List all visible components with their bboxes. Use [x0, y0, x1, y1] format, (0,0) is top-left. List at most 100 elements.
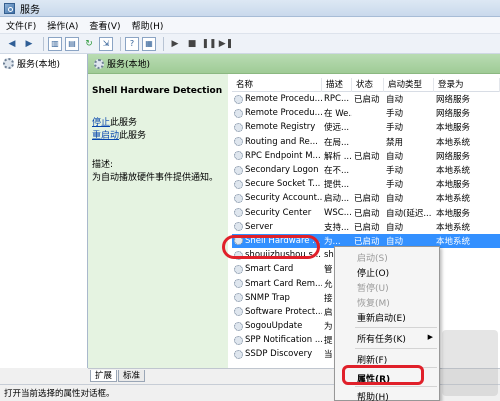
gear-icon [234, 193, 243, 203]
service-description-cell: 在不... [324, 166, 350, 177]
title-bar: 服务 [0, 0, 500, 17]
toolbar-separator [163, 36, 164, 51]
table-row[interactable]: Security Account... 启动... 已启动 自动 本地系统 [232, 191, 500, 205]
stop-icon[interactable]: ■ [185, 37, 199, 51]
context-menu-restart[interactable]: 重新启动(E) [357, 311, 406, 324]
stop-service-link[interactable]: 停止 [92, 118, 110, 128]
table-row[interactable]: Secondary Logon 在不... 手动 本地系统 [232, 163, 500, 177]
menu-view[interactable]: 查看(V) [89, 19, 120, 32]
properties-icon[interactable]: ▦ [142, 36, 156, 51]
forward-icon[interactable]: ▶ [22, 37, 36, 51]
service-log-on-as-cell: 网络服务 [436, 109, 471, 120]
menu-action[interactable]: 操作(A) [47, 19, 78, 32]
tab-extended[interactable]: 扩展 [90, 370, 118, 382]
restart-service-link[interactable]: 重启动 [92, 131, 119, 141]
service-description-cell: 解析 ... [324, 151, 352, 162]
service-name-cell: Secure Socket T... [232, 179, 322, 189]
service-name-cell: RPC Endpoint M... [232, 151, 322, 161]
context-menu-all-tasks[interactable]: 所有任务(K) [357, 332, 406, 345]
back-icon[interactable]: ◀ [5, 37, 19, 51]
table-row[interactable]: Secure Socket T... 提供... 手动 本地服务 [232, 177, 500, 191]
table-row[interactable]: Routing and Re... 在局... 禁用 本地系统 [232, 135, 500, 149]
column-header-name[interactable]: 名称 [232, 77, 322, 92]
column-header-log-on-as[interactable]: 登录为 [434, 77, 500, 92]
restart-service-suffix: 此服务 [119, 131, 147, 141]
tree-node-services-local[interactable]: 服务(本地) [0, 54, 87, 70]
service-log-on-as-cell: 本地系统 [436, 194, 471, 205]
tab-standard[interactable]: 标准 [118, 370, 146, 382]
service-name-cell: Server [232, 222, 322, 232]
service-status-cell: 已启动 [354, 222, 380, 233]
service-log-on-as-cell: 网络服务 [436, 95, 471, 106]
context-menu-separator [355, 348, 437, 349]
show-hide-tree-icon[interactable]: ▥ [48, 36, 62, 51]
refresh-icon[interactable]: ↻ [82, 37, 96, 51]
service-log-on-as-cell: 本地服务 [436, 208, 471, 219]
description-text: 为自动播放硬件事件提供通知。 [92, 173, 219, 183]
service-name-text: RPC Endpoint M... [245, 150, 321, 161]
context-menu-stop[interactable]: 停止(O) [357, 266, 389, 279]
services-app-icon [4, 2, 15, 14]
table-row[interactable]: Remote Procedu... RPC... 已启动 自动 网络服务 [232, 92, 500, 106]
column-header-description[interactable]: 描述 [322, 77, 352, 92]
gear-icon [94, 58, 104, 69]
service-startup-type-cell: 手动 [386, 123, 404, 134]
service-description-cell: RPC... [324, 94, 350, 105]
start-icon[interactable]: ▶ [168, 37, 182, 51]
service-startup-type-cell: 禁用 [386, 137, 404, 148]
service-name-cell: SSDP Discovery [232, 349, 322, 359]
service-startup-type-cell: 自动(延迟... [386, 208, 432, 219]
service-status-cell: 已启动 [354, 95, 380, 106]
window-title: 服务 [20, 4, 40, 16]
service-name-cell: Remote Procedu... [232, 94, 322, 104]
menu-file[interactable]: 文件(F) [6, 19, 36, 32]
service-name-cell: SPP Notification ... [232, 335, 322, 345]
toolbar-separator [120, 36, 121, 51]
pause-icon[interactable]: ❚❚ [201, 37, 216, 51]
context-menu-help[interactable]: 帮助(H) [357, 390, 389, 401]
export-icon[interactable]: ⇲ [99, 36, 113, 51]
service-status-cell: 已启动 [354, 208, 380, 219]
highlight-rect-properties [342, 365, 424, 385]
service-name-cell: Secondary Logon [232, 165, 322, 175]
service-name-cell: Remote Procedu... [232, 108, 322, 118]
menu-bar: 文件(F) 操作(A) 查看(V) 帮助(H) [0, 17, 500, 34]
service-description-cell: 启动... [324, 194, 350, 205]
column-header-startup-type[interactable]: 启动类型 [384, 77, 434, 92]
service-name-text: Security Center [245, 207, 312, 218]
toolbar-separator [43, 36, 44, 51]
help-icon[interactable]: ? [125, 36, 139, 51]
context-menu-start[interactable]: 启动(S) [357, 251, 388, 264]
gear-icon [234, 264, 243, 274]
service-startup-type-cell: 自动 [386, 151, 404, 162]
gear-icon [234, 108, 243, 118]
service-log-on-as-cell: 本地系统 [436, 137, 471, 148]
table-row[interactable]: Security Center WSC... 已启动 自动(延迟... 本地服务 [232, 206, 500, 220]
service-status-cell: 已启动 [354, 194, 380, 205]
service-name-cell: Smart Card [232, 264, 322, 274]
service-name-text: Smart Card [245, 264, 294, 275]
table-row[interactable]: Server 支持... 已启动 自动 本地系统 [232, 220, 500, 234]
context-menu-resume[interactable]: 恢复(M) [357, 296, 390, 309]
highlight-oval-selected-service [222, 235, 320, 259]
table-row[interactable]: Remote Registry 使远... 手动 本地服务 [232, 120, 500, 134]
service-status-cell: 已启动 [354, 151, 380, 162]
service-startup-type-cell: 手动 [386, 109, 404, 120]
service-name-text: Server [245, 221, 273, 232]
stop-service-suffix: 此服务 [110, 118, 138, 128]
column-header-status[interactable]: 状态 [352, 77, 384, 92]
gear-icon [234, 349, 243, 359]
service-description-cell: 使远... [324, 123, 350, 134]
restart-icon[interactable]: ▶❚ [219, 37, 233, 51]
gear-icon [234, 307, 243, 317]
service-startup-type-cell: 手动 [386, 166, 404, 177]
service-name-text: Secure Socket T... [245, 179, 321, 190]
context-menu-pause[interactable]: 暂停(U) [357, 281, 389, 294]
table-row[interactable]: RPC Endpoint M... 解析 ... 已启动 自动 网络服务 [232, 149, 500, 163]
menu-help[interactable]: 帮助(H) [132, 19, 164, 32]
service-name-cell: Smart Card Rem... [232, 279, 322, 289]
table-row[interactable]: Remote Procedu...在 We... 手动 网络服务 [232, 106, 500, 120]
service-startup-type-cell: 自动 [386, 222, 404, 233]
pane-header-title: 服务(本地) [107, 60, 151, 70]
console-icon[interactable]: ▤ [65, 36, 79, 51]
